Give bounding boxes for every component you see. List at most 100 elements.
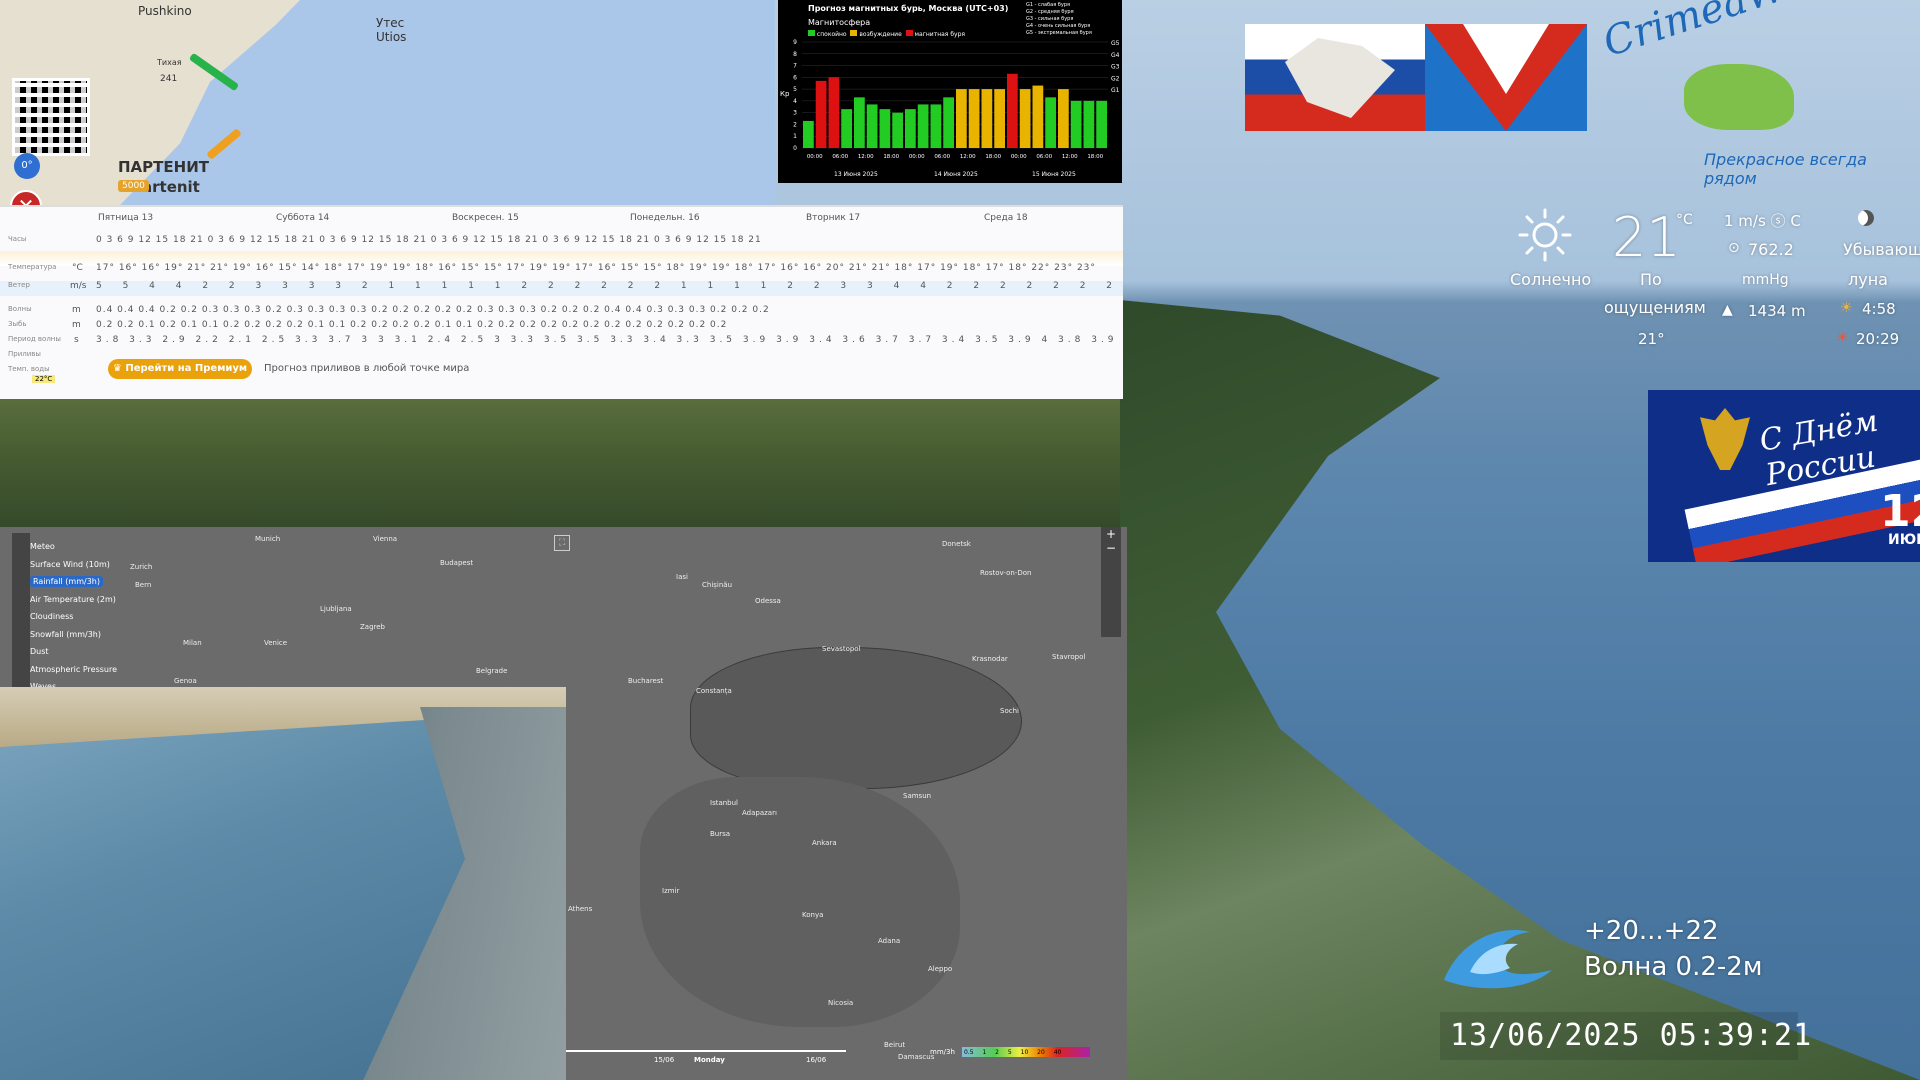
premium-button[interactable]: ♛ Перейти на Премиум [108, 359, 252, 379]
row-values: 0 3 6 9 12 15 18 21 0 3 6 9 12 15 18 21 … [96, 235, 762, 245]
city-crest-logo [1425, 24, 1587, 131]
fullscreen-icon[interactable]: ⛶ [554, 535, 570, 551]
crimea-flag-logo [1245, 24, 1425, 131]
forecast-row-waves: Волны m 0.4 0.4 0.4 0.2 0.2 0.3 0.3 0.3 … [0, 305, 1123, 320]
mountain-icon: ▲ [1722, 302, 1733, 318]
sunset-icon: ☀ [1836, 330, 1849, 346]
layer-item[interactable]: Air Temperature (2m) [30, 591, 160, 609]
timestamp: 13/06/2025 05:39:21 [1450, 1018, 1813, 1053]
layer-item[interactable]: Dust [30, 643, 160, 661]
g-level-label: G1 [1111, 87, 1120, 94]
forecast-row-temp: Температура °C 17° 16° 16° 19° 21° 21° 1… [0, 263, 1123, 278]
layer-item[interactable]: Snowfall (mm/3h) [30, 626, 160, 644]
row-label: Волны [8, 305, 32, 313]
kp-bar [879, 109, 891, 148]
city-label: Bursa [710, 830, 731, 838]
x-tick-label: 12:00 [858, 154, 874, 160]
city-label: Chișinău [702, 581, 733, 589]
map-zoom-controls[interactable]: + − [1101, 527, 1121, 637]
day-header: Воскресен. 15 [452, 213, 519, 223]
kp-bar [828, 77, 840, 148]
location-map[interactable]: Pushkino Утес Utios ПАРТЕНИТ artenit Тих… [0, 0, 775, 205]
city-label: Adana [878, 937, 901, 945]
city-label: Vienna [373, 535, 398, 543]
city-label: Iasi [676, 573, 688, 581]
g-level-label: G2 [1111, 75, 1120, 82]
city-label: Donetsk [942, 540, 971, 548]
timeline-label: Monday [694, 1056, 725, 1064]
row-unit: m/s [70, 281, 87, 291]
map-place: Тихая [157, 58, 182, 67]
row-label: Период волны [8, 335, 61, 343]
y-axis-label: Кр [780, 90, 790, 98]
city-label: Samsun [903, 792, 932, 800]
layer-item[interactable]: Cloudiness [30, 608, 160, 626]
zoom-in-icon[interactable]: + [1101, 527, 1121, 541]
layer-item[interactable]: Atmospheric Pressure [30, 661, 160, 679]
layer-label: Dust [30, 647, 49, 656]
sun-icon [1518, 208, 1572, 262]
crimea-wonderland-tagline: Прекрасное всегда рядом [1704, 150, 1867, 188]
city-label: Zagreb [360, 623, 386, 631]
city-label: Adapazarı [742, 809, 777, 817]
y-tick-label: 3 [793, 110, 797, 117]
city-label: Ljubljana [320, 605, 352, 613]
city-label: Odessa [755, 597, 781, 605]
city-label: Sochi [1000, 707, 1019, 715]
day-header: Пятница 13 [98, 213, 154, 223]
row-values: 0.4 0.4 0.4 0.2 0.2 0.3 0.3 0.3 0.2 0.3 … [96, 305, 770, 315]
layer-label: Air Temperature (2m) [30, 594, 116, 604]
wave-height: Волна 0.2-2м [1584, 952, 1763, 982]
pressure-icon: ⊙ [1728, 240, 1740, 256]
layer-item[interactable]: Meteo [30, 538, 160, 556]
row-values: 0.2 0.2 0.1 0.2 0.1 0.1 0.2 0.2 0.2 0.2 … [96, 320, 728, 330]
x-tick-label: 00:00 [909, 154, 925, 160]
row-label: Часы [8, 235, 27, 243]
layer-label: Snowfall (mm/3h) [30, 629, 101, 639]
y-tick-label: 5 [793, 86, 797, 93]
city-label: Beirut [884, 1041, 906, 1049]
city-label: Krasnodar [972, 655, 1008, 663]
y-tick-label: 6 [793, 74, 797, 81]
layer-item-selected[interactable]: Rainfall (mm/3h) [30, 573, 160, 591]
x-tick-label: 18:00 [985, 154, 1001, 160]
x-tick-label: 06:00 [1036, 154, 1052, 160]
row-label: Темп. воды [8, 365, 50, 373]
pressure-value: 762.2 [1748, 240, 1794, 259]
premium-label: Перейти на Премиум [125, 363, 248, 374]
zoom-chip[interactable]: 0° [14, 153, 40, 179]
day-header: Суббота 14 [276, 213, 330, 223]
moon-phase: луна [1848, 270, 1888, 289]
row-values: 3.8 3.3 2.9 2.2 2.1 2.5 3.3 3.7 3 3 3.1 … [96, 335, 1119, 345]
forecast-row-swell: Зыбь m 0.2 0.2 0.1 0.2 0.1 0.1 0.2 0.2 0… [0, 320, 1123, 335]
kp-bar [1007, 73, 1018, 148]
zoom-out-icon[interactable]: − [1101, 541, 1121, 555]
city-label: Genoa [174, 677, 197, 685]
map-place: 241 [160, 74, 178, 84]
map-badge: 5000 [118, 180, 149, 192]
city-label: Munich [255, 535, 281, 543]
kp-bar [854, 97, 865, 148]
kp-bar [930, 104, 942, 148]
kp-bar [892, 112, 903, 148]
layer-item[interactable]: Surface Wind (10m) [30, 556, 160, 574]
y-tick-label: 1 [793, 133, 797, 140]
tide-promo: Прогноз приливов в любой точке мира [264, 363, 470, 374]
city-label: Konya [802, 911, 824, 919]
layer-toolbar[interactable] [12, 533, 30, 693]
layer-label: Surface Wind (10m) [30, 559, 110, 569]
day-header: Среда 18 [984, 213, 1028, 223]
map-place: Utios [376, 30, 407, 44]
black-sea [690, 647, 1022, 789]
wave-icon [1444, 930, 1552, 989]
x-tick-label: 18:00 [883, 154, 899, 160]
map-place: artenit [142, 178, 200, 196]
holiday-month: ИЮН [1888, 532, 1920, 548]
kp-bar [815, 80, 827, 148]
date-label: 14 Июня 2025 [934, 171, 978, 178]
y-tick-label: 0 [793, 145, 797, 152]
moon-icon [1858, 210, 1874, 226]
row-unit: °C [72, 263, 83, 273]
city-label: Budapest [440, 559, 474, 567]
day-header: Вторник 17 [806, 213, 861, 223]
